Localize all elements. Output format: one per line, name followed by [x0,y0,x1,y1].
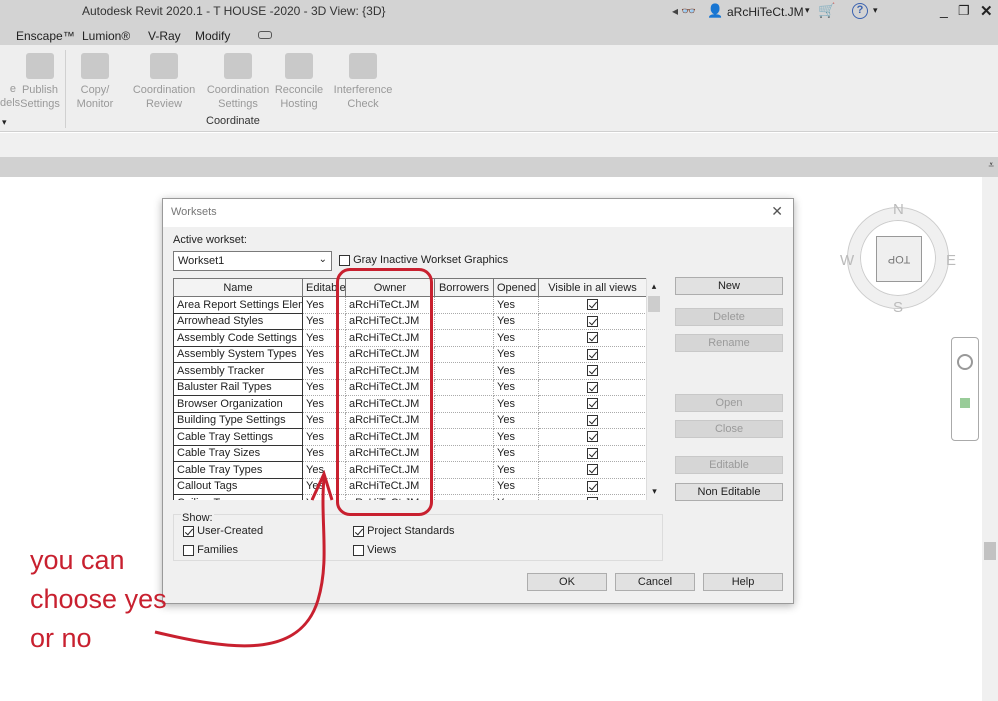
annotation-arrow [154,469,334,648]
